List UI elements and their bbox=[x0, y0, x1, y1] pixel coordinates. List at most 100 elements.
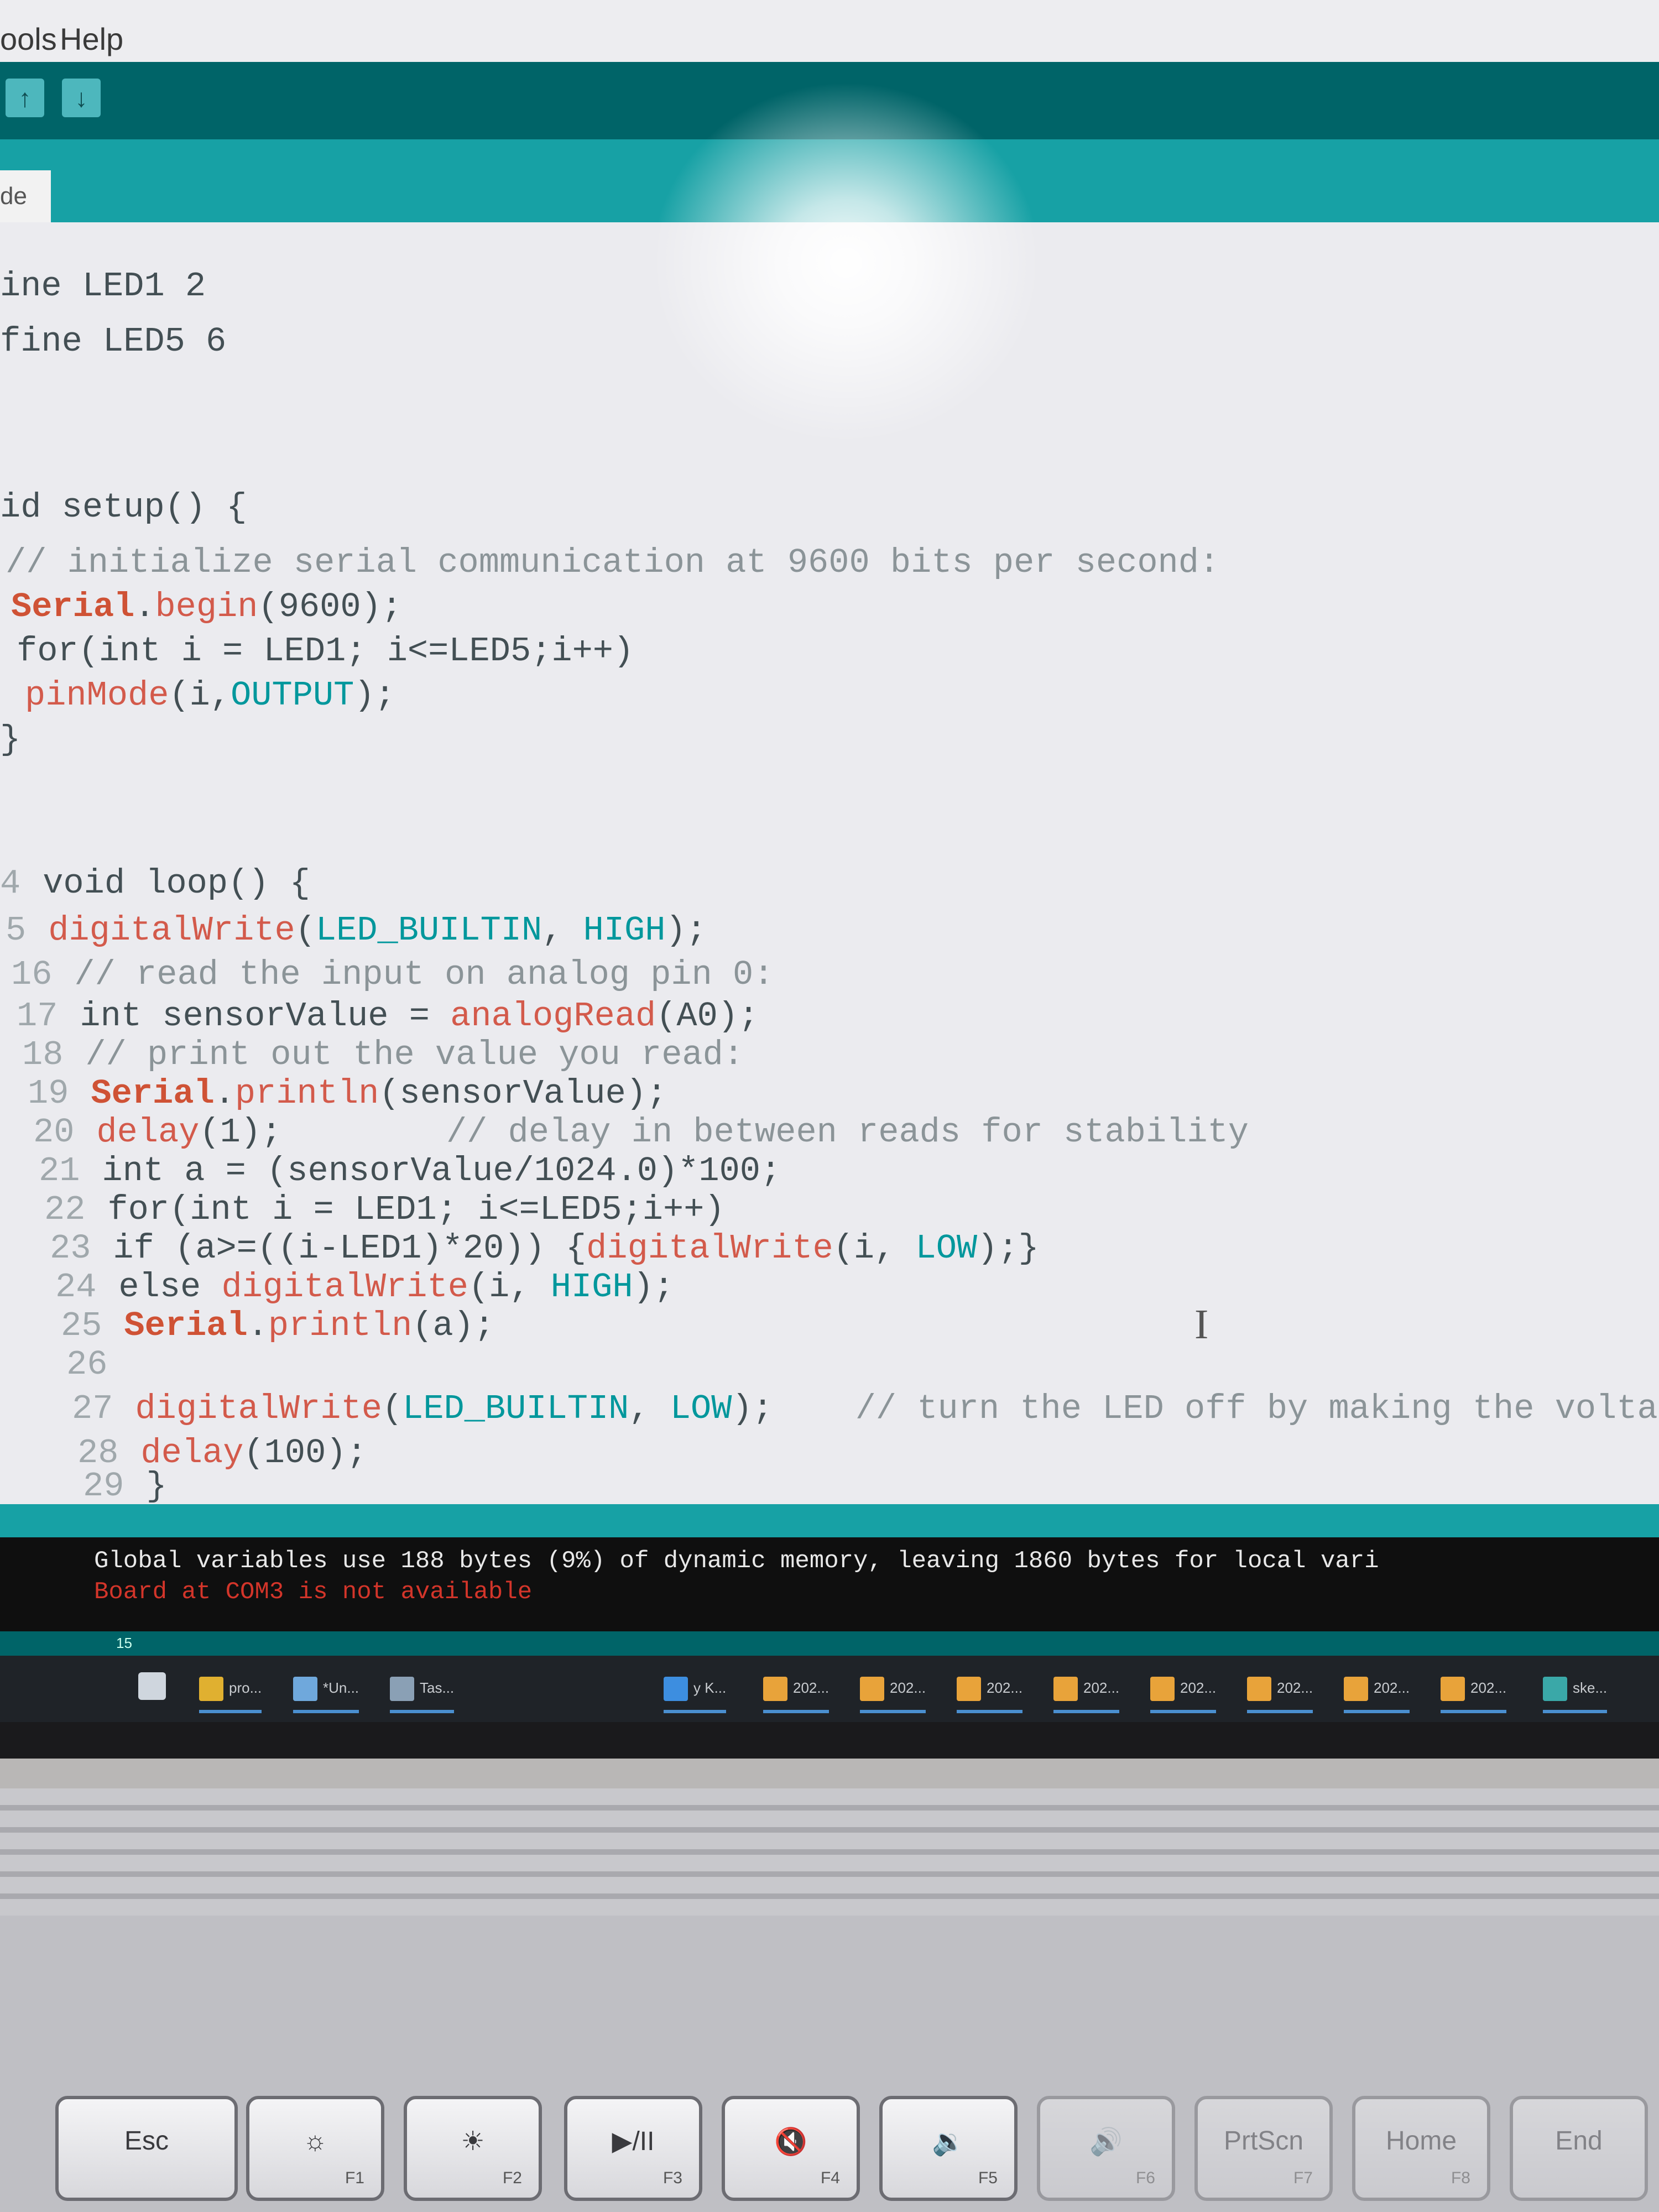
line-number: 19 bbox=[28, 1074, 69, 1113]
code-token: . bbox=[214, 1074, 235, 1113]
code-line: for(int i = LED1; i<=LED5;i++) bbox=[17, 632, 634, 671]
taskbar-app-button[interactable]: 202... bbox=[1441, 1666, 1507, 1713]
taskbar-app-button[interactable]: 202... bbox=[957, 1666, 1023, 1713]
taskbar-app-label: pro... bbox=[229, 1679, 262, 1696]
code-token: Serial bbox=[91, 1074, 215, 1113]
key-fn-label: F3 bbox=[662, 2169, 682, 2187]
code-token: // delay in between reads for stability bbox=[446, 1113, 1249, 1152]
code-token: println bbox=[234, 1074, 379, 1113]
download-arrow-icon[interactable]: ↓ bbox=[62, 79, 101, 117]
taskbar-app-label: 202... bbox=[1277, 1679, 1313, 1696]
code-token: );} bbox=[977, 1229, 1039, 1268]
code-token: (A0); bbox=[656, 997, 759, 1036]
code-token: LOW bbox=[670, 1389, 732, 1428]
taskbar-app-button[interactable]: 202... bbox=[1344, 1666, 1410, 1713]
line-number: 17 bbox=[17, 997, 58, 1036]
code-line: 17 int sensorValue = analogRead(A0); bbox=[17, 997, 759, 1036]
tab-sketch[interactable]: de bbox=[0, 170, 51, 222]
taskbar-app-label: 202... bbox=[793, 1679, 830, 1696]
code-editor[interactable]: ine LED1 2 fine LED5 6 id setup() {// init… bbox=[0, 222, 1659, 1511]
keyboard-key[interactable]: 🔉 F5 bbox=[879, 2096, 1018, 2201]
taskbar-app-button[interactable]: 202... bbox=[860, 1666, 926, 1713]
code-token: LOW bbox=[915, 1229, 978, 1268]
code-token: if (a>=((i-LED1)*20)) { bbox=[113, 1229, 587, 1268]
code-token: . bbox=[134, 587, 155, 627]
key-label: Home bbox=[1385, 2126, 1457, 2156]
keyboard-key[interactable]: ☼ F1 bbox=[246, 2096, 384, 2201]
taskbar-app-button[interactable]: 202... bbox=[1053, 1666, 1120, 1713]
code-token: for(int i = LED1; i<=LED5;i++) bbox=[107, 1190, 725, 1229]
app-icon bbox=[1150, 1677, 1175, 1702]
line-number: 24 bbox=[55, 1267, 97, 1307]
code-token: ); bbox=[354, 676, 395, 715]
text-cursor-icon: I bbox=[1194, 1301, 1209, 1348]
code-token: // initialize serial communication at 96… bbox=[6, 543, 1220, 582]
code-line: 21 int a = (sensorValue/1024.0)*100; bbox=[39, 1151, 781, 1191]
key-label: Esc bbox=[124, 2126, 169, 2156]
keyboard-key[interactable]: 🔊 F6 bbox=[1037, 2096, 1175, 2201]
keyboard-key[interactable]: Home F8 bbox=[1352, 2096, 1490, 2201]
code-line: 5 digitalWrite(LED_BUILTIN, HIGH); bbox=[6, 911, 707, 950]
taskbar-app-button[interactable]: 202... bbox=[763, 1666, 830, 1713]
status-bar: 15 bbox=[0, 1631, 1659, 1656]
code-token: (9600); bbox=[258, 587, 402, 627]
code-token: (i, bbox=[468, 1267, 551, 1307]
taskbar-app-button[interactable]: pro... bbox=[199, 1666, 262, 1713]
keyboard-key[interactable]: End bbox=[1510, 2096, 1648, 2201]
key-label: PrtScn bbox=[1223, 2126, 1304, 2156]
keyboard-key[interactable]: ☀ F2 bbox=[404, 2096, 542, 2201]
keyboard-key[interactable]: 🔇 F4 bbox=[722, 2096, 860, 2201]
key-fn-label: F2 bbox=[502, 2169, 522, 2187]
code-token: , bbox=[629, 1389, 670, 1428]
code-token: } bbox=[146, 1467, 167, 1506]
code-token: digitalWrite bbox=[586, 1229, 833, 1268]
taskbar-app-label: 202... bbox=[987, 1679, 1023, 1696]
app-icon bbox=[763, 1677, 787, 1702]
code-line: 18 // print out the value you read: bbox=[22, 1035, 744, 1074]
code-token: id setup() { bbox=[0, 488, 247, 527]
app-icon bbox=[1053, 1677, 1078, 1702]
console-line-error: Board at COM3 is not available bbox=[94, 1578, 533, 1606]
line-number: 21 bbox=[39, 1151, 80, 1191]
taskbar-app-label: y K... bbox=[693, 1679, 727, 1696]
taskbar-app-button[interactable]: 202... bbox=[1150, 1666, 1217, 1713]
code-token: for(int i = LED1; i<=LED5;i++) bbox=[17, 632, 634, 671]
code-token: (i, bbox=[833, 1229, 916, 1268]
code-token: ); bbox=[732, 1389, 855, 1428]
taskbar-app-button[interactable]: Tas... bbox=[390, 1666, 455, 1713]
upload-arrow-icon[interactable]: ↑ bbox=[6, 79, 44, 117]
code-line: 24 else digitalWrite(i, HIGH); bbox=[55, 1267, 674, 1307]
key-fn-label: F7 bbox=[1293, 2169, 1313, 2187]
taskbar-app-button[interactable]: 202... bbox=[1247, 1666, 1313, 1713]
code-token: fine LED5 6 bbox=[0, 322, 227, 361]
key-label: ☀ bbox=[461, 2127, 485, 2156]
taskbar-app-label: Tas... bbox=[420, 1679, 455, 1696]
code-token: ); bbox=[633, 1267, 675, 1307]
line-number: 26 bbox=[66, 1345, 108, 1384]
code-token: (100); bbox=[243, 1433, 367, 1473]
code-line: 19 Serial.println(sensorValue); bbox=[28, 1074, 667, 1113]
code-token: // read the input on analog pin 0: bbox=[74, 955, 774, 994]
menu-tools[interactable]: ools bbox=[0, 21, 57, 57]
key-label: ☼ bbox=[303, 2126, 327, 2156]
laptop-hinge bbox=[0, 1788, 1659, 1916]
taskbar-app-button[interactable]: ske... bbox=[1543, 1666, 1608, 1713]
menu-help[interactable]: Help bbox=[60, 21, 123, 57]
line-number: 22 bbox=[44, 1190, 86, 1229]
code-token: analogRead bbox=[450, 997, 656, 1036]
code-token: LED_BUILTIN bbox=[403, 1389, 629, 1428]
line-number: 18 bbox=[22, 1035, 64, 1074]
key-fn-label: F4 bbox=[820, 2169, 840, 2187]
line-number: 16 bbox=[11, 955, 53, 994]
code-line: 4 void loop() { bbox=[0, 864, 310, 903]
taskbar-app-button[interactable]: *Un... bbox=[293, 1666, 359, 1713]
keyboard-key[interactable]: PrtScn F7 bbox=[1194, 2096, 1333, 2201]
code-line: fine LED5 6 bbox=[0, 322, 226, 361]
taskbar-app-button[interactable]: y K... bbox=[664, 1666, 727, 1713]
keyboard-key[interactable]: ▶/II F3 bbox=[564, 2096, 702, 2201]
app-icon bbox=[1441, 1677, 1465, 1702]
keyboard-key[interactable]: Esc bbox=[55, 2096, 238, 2201]
tab-bar: de bbox=[0, 139, 1659, 222]
key-label: 🔊 bbox=[1089, 2127, 1123, 2157]
start-icon[interactable] bbox=[138, 1672, 166, 1700]
